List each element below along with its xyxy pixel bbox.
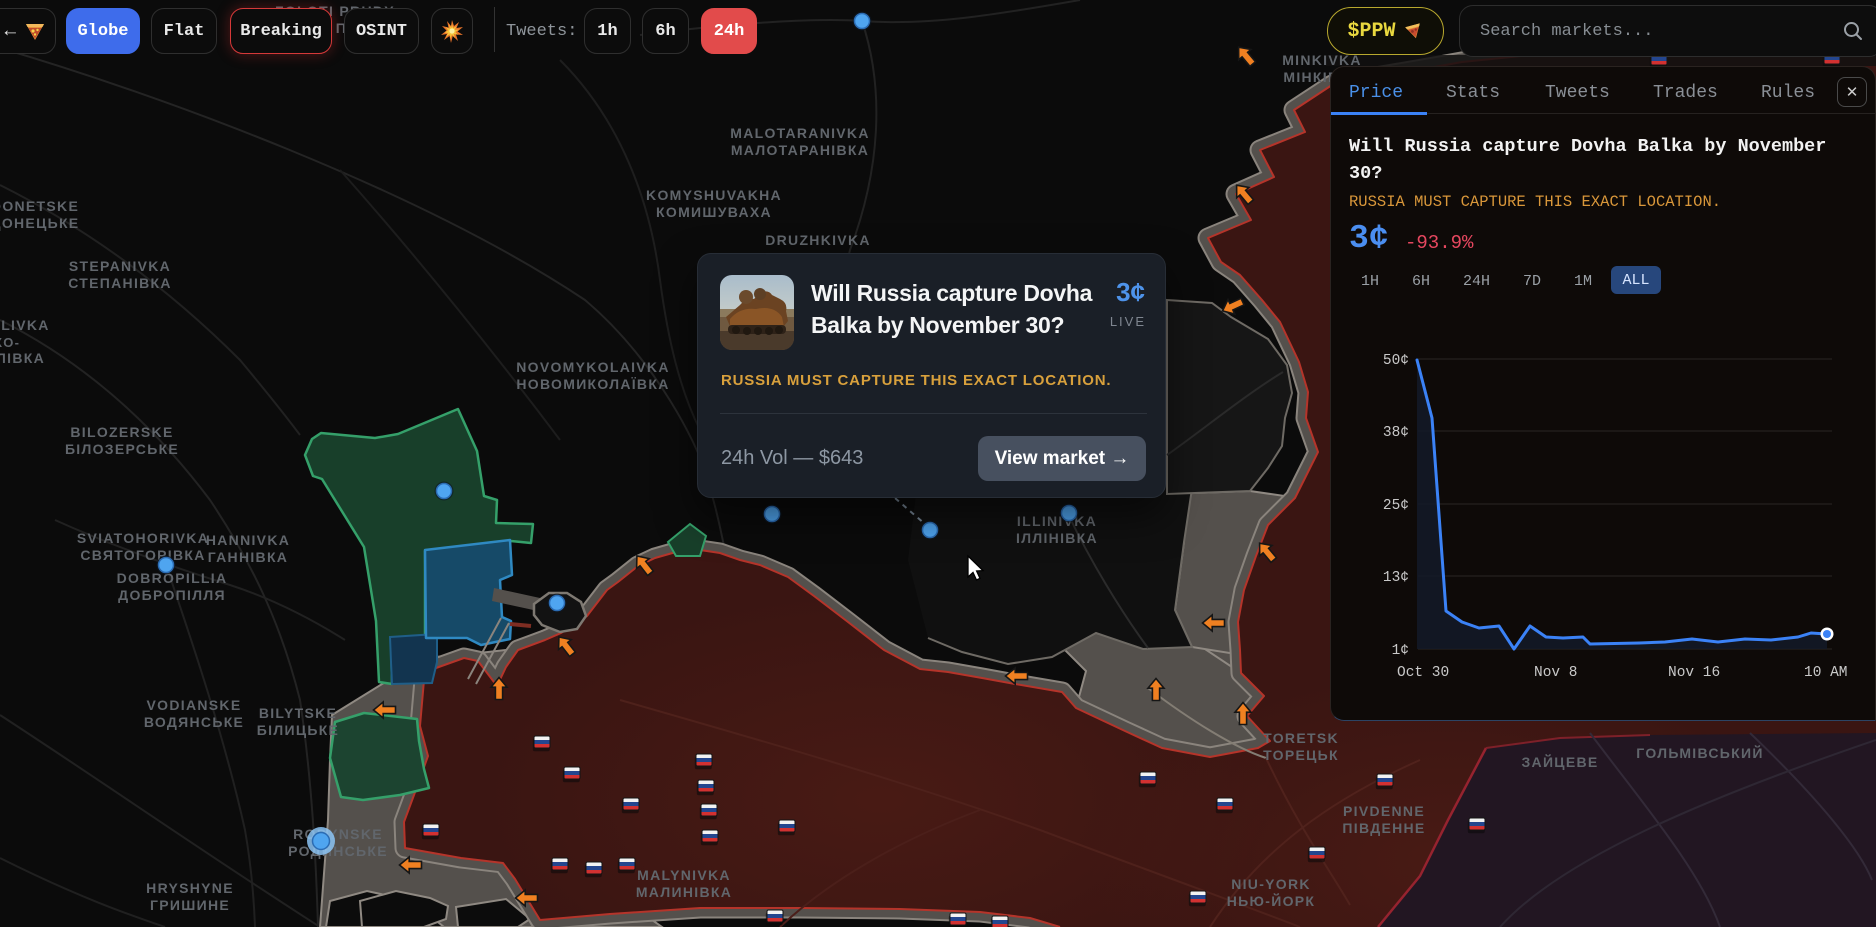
svg-text:HRYSHYNE: HRYSHYNE [146, 880, 234, 896]
svg-text:ІЛЛІНІВКА: ІЛЛІНІВКА [1016, 530, 1098, 546]
svg-text:МАЛИНІВКА: МАЛИНІВКА [636, 884, 732, 900]
svg-text:VODIANSKE: VODIANSKE [147, 697, 242, 713]
svg-text:NOVOMYKOLAIVKA: NOVOMYKOLAIVKA [516, 359, 670, 375]
svg-text:RODYNSKE: RODYNSKE [293, 826, 383, 842]
svg-text:КОМИШУВАХА: КОМИШУВАХА [656, 204, 772, 220]
svg-text:MALYNIVKA: MALYNIVKA [637, 867, 731, 883]
svg-text:Nov 8: Nov 8 [1534, 665, 1578, 681]
svg-text:СВЯТОГОРІВКА: СВЯТОГОРІВКА [80, 547, 205, 563]
svg-text:HANNIVKA: HANNIVKA [206, 532, 290, 548]
svg-text:1¢: 1¢ [1392, 643, 1409, 659]
svg-text:КО-: КО- [0, 335, 20, 350]
svg-text:БІЛОЗЕРСЬКЕ: БІЛОЗЕРСЬКЕ [65, 441, 179, 457]
svg-text:DRUZHKIVKA: DRUZHKIVKA [765, 232, 871, 248]
svg-text:PIVDENNE: PIVDENNE [1343, 803, 1425, 819]
svg-text:38¢: 38¢ [1383, 425, 1409, 441]
svg-text:ILIVKA: ILIVKA [0, 317, 50, 333]
svg-text:10 AM: 10 AM [1804, 665, 1848, 681]
svg-text:ПІВДЕННЕ: ПІВДЕННЕ [1342, 820, 1425, 836]
svg-text:ТОРЕЦЬК: ТОРЕЦЬК [1263, 747, 1339, 763]
svg-text:БІЛИЦЬКЕ: БІЛИЦЬКЕ [257, 722, 339, 738]
svg-text:Oct 30: Oct 30 [1397, 665, 1449, 681]
svg-text:ЛІВКА: ЛІВКА [0, 350, 45, 366]
svg-text:BILOZERSKE: BILOZERSKE [70, 424, 173, 440]
svg-text:13¢: 13¢ [1383, 570, 1409, 586]
svg-text:KOMYSHUVAKHA: KOMYSHUVAKHA [646, 187, 782, 203]
svg-text:МАЛОТАРАНІВКА: МАЛОТАРАНІВКА [731, 142, 869, 158]
svg-text:ВОДЯНСЬКЕ: ВОДЯНСЬКЕ [144, 714, 244, 730]
svg-text:ДОНЕЦЬКЕ: ДОНЕЦЬКЕ [0, 215, 79, 231]
svg-text:DOBROPILLIA: DOBROPILLIA [117, 570, 228, 586]
svg-text:ILLINIVKA: ILLINIVKA [1017, 513, 1097, 529]
svg-text:50¢: 50¢ [1383, 353, 1409, 369]
svg-text:Nov 16: Nov 16 [1668, 665, 1720, 681]
svg-text:DONETSKE: DONETSKE [0, 198, 79, 214]
svg-text:STEPANIVKA: STEPANIVKA [69, 258, 171, 274]
svg-text:NIU-YORK: NIU-YORK [1231, 876, 1311, 892]
svg-text:СТЕПАНІВКА: СТЕПАНІВКА [68, 275, 172, 291]
svg-text:РОДИНСЬКЕ: РОДИНСЬКЕ [288, 843, 388, 859]
svg-text:TORETSK: TORETSK [1263, 730, 1339, 746]
svg-text:НЬЮ-ЙОРК: НЬЮ-ЙОРК [1227, 892, 1316, 909]
svg-text:ЗАЙЦЕВЕ: ЗАЙЦЕВЕ [1521, 753, 1598, 770]
svg-text:SVIATOHORIVKA: SVIATOHORIVKA [77, 530, 209, 546]
svg-text:MALOTARANIVKA: MALOTARANIVKA [730, 125, 870, 141]
svg-text:25¢: 25¢ [1383, 498, 1409, 514]
svg-text:ГРИШИНЕ: ГРИШИНЕ [150, 897, 230, 913]
svg-text:ДОБРОПІЛЛЯ: ДОБРОПІЛЛЯ [118, 587, 226, 603]
svg-text:ГАННІВКА: ГАННІВКА [208, 549, 288, 565]
svg-text:ГОЛЬМІВСЬКИЙ: ГОЛЬМІВСЬКИЙ [1636, 744, 1763, 761]
svg-text:НОВОМИКОЛАЇВКА: НОВОМИКОЛАЇВКА [516, 376, 669, 392]
svg-text:BILYTSKE: BILYTSKE [259, 705, 337, 721]
